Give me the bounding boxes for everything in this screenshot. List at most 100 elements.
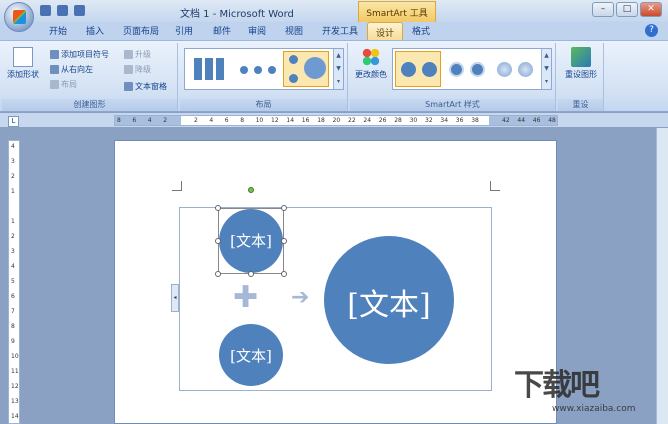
add-shape-button[interactable]: 添加形状 (6, 47, 40, 80)
style-option-outline[interactable] (443, 51, 489, 87)
ruler-tick-label: 6 (11, 293, 15, 300)
ruler-tick-label: 3 (11, 248, 15, 255)
bullet-list-icon (50, 50, 59, 59)
tab-home[interactable]: 开始 (49, 24, 67, 37)
maximize-button[interactable]: □ (616, 2, 638, 17)
ruler-tick-label: 8 (11, 323, 15, 330)
tab-references[interactable]: 引用 (175, 24, 193, 37)
ruler-tick-label: 13 (11, 398, 19, 405)
ruler-tick-label: 2 (194, 117, 198, 124)
resize-handle[interactable] (281, 271, 287, 277)
demote-button[interactable]: 降级 (124, 64, 151, 75)
group-create-graphic: 添加形状 添加项目符号 从右向左 布局 升级 降级 文本窗格 创建图形 (2, 43, 178, 111)
plus-icon: ✚ (233, 280, 259, 315)
tab-page-layout[interactable]: 页面布局 (123, 24, 159, 37)
right-to-left-button[interactable]: 从右向左 (50, 64, 93, 75)
rotate-handle[interactable] (248, 187, 254, 193)
ruler-tick-label: 2 (11, 233, 15, 240)
ruler-tick-label: 3 (11, 158, 15, 165)
add-shape-icon (13, 47, 33, 67)
undo-icon[interactable] (57, 5, 68, 16)
ruler-tick-label: 48 (548, 117, 556, 124)
help-icon[interactable]: ? (645, 24, 658, 37)
smartart-result-node[interactable]: [文本] (324, 236, 454, 364)
ruler-tick-label: 2 (11, 173, 15, 180)
resize-handle[interactable] (281, 205, 287, 211)
ruler-tick-label: 14 (286, 117, 295, 124)
crop-mark-top-right (490, 181, 500, 191)
ruler-tick-label: 46 (532, 117, 541, 124)
resize-handle[interactable] (281, 238, 287, 244)
node-2-text[interactable]: [文本] (219, 345, 283, 366)
ribbon: 添加形状 添加项目符号 从右向左 布局 升级 降级 文本窗格 创建图形 ▲ ▼ … (0, 40, 668, 112)
ruler-tick-label: 18 (317, 117, 325, 124)
redo-icon[interactable] (74, 5, 85, 16)
window-title: 文档 1 - Microsoft Word (180, 9, 294, 20)
text-pane-button[interactable]: 文本窗格 (124, 81, 167, 92)
result-node-text[interactable]: [文本] (324, 280, 454, 324)
text-pane-toggle[interactable]: ◂ (171, 284, 179, 312)
tab-developer[interactable]: 开发工具 (322, 24, 358, 37)
resize-handle[interactable] (215, 271, 221, 277)
ruler-tick-label: 34 (440, 117, 449, 124)
layout-dropdown[interactable]: 布局 (50, 79, 77, 90)
close-button[interactable]: ✕ (640, 2, 662, 17)
ruler-tick-label: 1 (11, 188, 15, 195)
tab-stop-selector[interactable]: L (8, 116, 19, 127)
smartart-tools-context-title: SmartArt 工具 (358, 1, 436, 22)
gallery-scroll[interactable]: ▲ ▼ ▾ (333, 49, 343, 89)
tab-view[interactable]: 视图 (285, 24, 303, 37)
ruler-tick-label: 42 (502, 117, 510, 124)
change-colors-button[interactable]: 更改颜色 (353, 47, 389, 80)
ruler-tick-label: 24 (363, 117, 372, 124)
tab-format[interactable]: 格式 (412, 24, 430, 37)
group-label-layouts: 布局 (180, 99, 347, 111)
tab-insert[interactable]: 插入 (86, 24, 104, 37)
resize-handle[interactable] (215, 238, 221, 244)
promote-button[interactable]: 升级 (124, 49, 151, 60)
style-gallery-scroll[interactable]: ▲ ▼ ▾ (541, 49, 551, 89)
style-option-simple[interactable] (395, 51, 441, 87)
tab-mailings[interactable]: 邮件 (213, 24, 231, 37)
group-label-create-graphic: 创建图形 (2, 99, 177, 111)
group-reset: 重设图形 重设 (558, 43, 604, 111)
office-logo-icon (13, 10, 26, 24)
swap-icon (50, 65, 59, 74)
save-icon[interactable] (40, 5, 51, 16)
office-button[interactable] (4, 2, 34, 32)
add-bullet-button[interactable]: 添加项目符号 (50, 49, 109, 60)
tab-review[interactable]: 审阅 (248, 24, 266, 37)
group-smartart-styles: 更改颜色 ▲ ▼ ▾ SmartArt 样式 (350, 43, 556, 111)
tab-design[interactable]: 设计 (367, 22, 404, 40)
resize-handle[interactable] (215, 205, 221, 211)
ruler-tick-label: 8 (240, 117, 245, 124)
layout-option-equation-line[interactable] (235, 51, 281, 87)
ruler-tick-label: 16 (301, 117, 310, 124)
ruler-tick-label: 28 (394, 117, 402, 124)
quick-access-toolbar (40, 5, 85, 16)
layout-icon (50, 80, 59, 89)
vertical-ruler[interactable]: 4 3 2 1 1 2 3 4 5 6 7 8 9 10 11 12 13 14 (8, 140, 20, 424)
ruler-tick-label: 26 (378, 117, 387, 124)
ruler-tick-label: 8 (117, 117, 121, 124)
ruler-tick-label: 6 (224, 117, 229, 124)
reset-graphic-icon (571, 47, 591, 67)
layout-option-vertical-equation[interactable] (283, 51, 329, 87)
ruler-tick-label: 12 (271, 117, 279, 124)
smartart-node-2[interactable]: [文本] (219, 324, 283, 386)
group-label-reset: 重设 (558, 99, 603, 111)
ruler-tick-label: 7 (11, 308, 15, 315)
resize-handle[interactable] (248, 271, 254, 277)
ruler-tick-label: 11 (11, 368, 19, 375)
style-option-soft[interactable] (491, 51, 537, 87)
reset-graphic-button[interactable]: 重设图形 (560, 47, 602, 80)
watermark-logo: 下载吧 www.xiazaiba.com (514, 368, 636, 414)
ruler-tick-label: 1 (11, 218, 15, 225)
minimize-button[interactable]: – (592, 2, 614, 17)
demote-arrow-icon (124, 65, 133, 74)
layout-option-columns[interactable] (187, 51, 233, 87)
ruler-tick-label: 10 (255, 117, 264, 124)
layout-gallery: ▲ ▼ ▾ (184, 48, 344, 90)
horizontal-ruler[interactable]: 8 6 4 2 2 4 6 8 10 12 14 16 18 20 22 24 26 28 30 32 34 36 38 42… (114, 115, 558, 126)
promote-arrow-icon (124, 50, 133, 59)
